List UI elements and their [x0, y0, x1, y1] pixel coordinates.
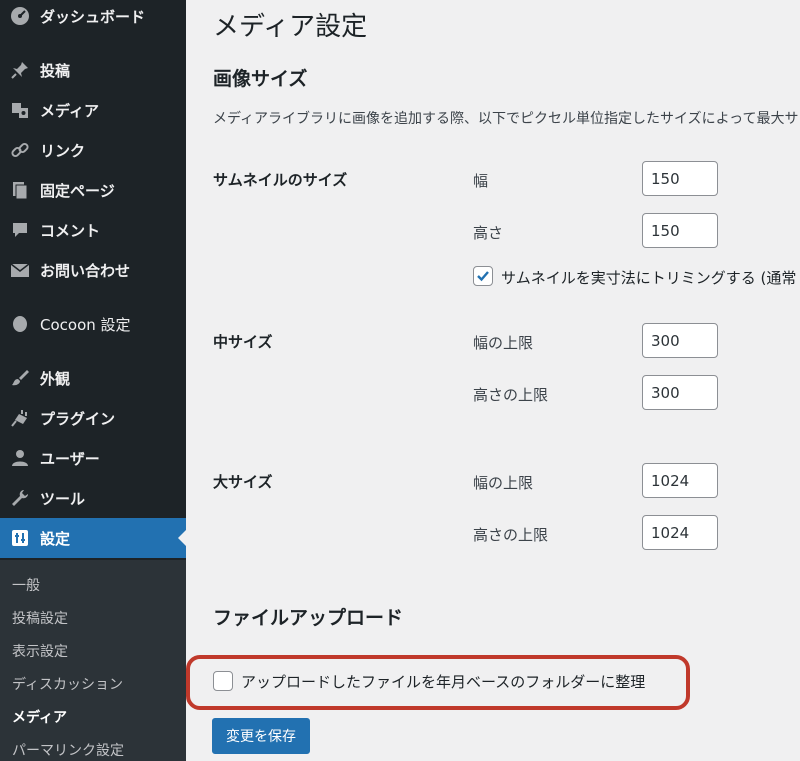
submenu-item-reading[interactable]: 表示設定	[12, 641, 68, 661]
settings-icon	[0, 518, 40, 558]
page-title: メディア設定	[213, 12, 368, 42]
large-size-label: 大サイズ	[213, 473, 273, 491]
menu-item-cocoon-settings[interactable]: Cocoon 設定	[0, 304, 186, 344]
menu-item-plugins[interactable]: プラグイン	[0, 398, 186, 438]
menu-item-posts[interactable]: 投稿	[0, 50, 186, 90]
menu-item-appearance[interactable]: 外観	[0, 358, 186, 398]
menu-item-tools[interactable]: ツール	[0, 478, 186, 518]
medium-width-label: 幅の上限	[473, 334, 534, 352]
menu-item-users[interactable]: ユーザー	[0, 438, 186, 478]
brush-icon	[0, 358, 40, 398]
menu-label: 投稿	[40, 61, 71, 80]
menu-item-contact[interactable]: お問い合わせ	[0, 250, 186, 290]
save-changes-button[interactable]: 変更を保存	[212, 718, 310, 754]
medium-height-label: 高さの上限	[473, 386, 549, 404]
menu-item-media[interactable]: メディア	[0, 90, 186, 130]
thumbnail-height-input[interactable]	[642, 213, 718, 248]
page-icon	[0, 170, 40, 210]
large-width-label: 幅の上限	[473, 474, 534, 492]
menu-label: ユーザー	[40, 449, 100, 468]
link-icon	[0, 130, 40, 170]
menu-label: メディア	[40, 101, 99, 120]
menu-label: 固定ページ	[40, 181, 115, 200]
menu-label: Cocoon 設定	[40, 315, 131, 334]
settings-submenu: 一般 投稿設定 表示設定 ディスカッション メディア パーマリンク設定	[0, 560, 186, 761]
submenu-item-writing[interactable]: 投稿設定	[12, 608, 68, 628]
submenu-item-media[interactable]: メディア	[12, 707, 67, 727]
menu-label: 設定	[40, 529, 71, 548]
menu-label: 外観	[40, 369, 71, 388]
thumbnail-height-label: 高さ	[473, 224, 504, 242]
thumbnail-crop-label: サムネイルを実寸法にトリミングする (通常	[501, 269, 797, 287]
file-upload-heading: ファイルアップロード	[213, 607, 404, 629]
submenu-item-permalinks[interactable]: パーマリンク設定	[12, 740, 124, 760]
menu-item-dashboard[interactable]: ダッシュボード	[0, 0, 186, 36]
thumbnail-width-input[interactable]	[642, 161, 718, 196]
user-icon	[0, 438, 40, 478]
dashboard-icon	[0, 0, 40, 36]
admin-sidebar: ダッシュボード 投稿 メディア リンク 固定ページ コメント お問い合わせ Co…	[0, 0, 186, 761]
large-height-label: 高さの上限	[473, 526, 549, 544]
cocoon-icon	[0, 304, 40, 344]
menu-item-settings[interactable]: 設定	[0, 518, 186, 558]
organize-uploads-checkbox[interactable]	[213, 671, 233, 691]
medium-height-input[interactable]	[642, 375, 718, 410]
image-sizes-description: メディアライブラリに画像を追加する際、以下でピクセル単位指定したサイズによって最…	[213, 111, 799, 127]
pin-icon	[0, 50, 40, 90]
medium-width-input[interactable]	[642, 323, 718, 358]
submenu-item-discussion[interactable]: ディスカッション	[12, 674, 123, 694]
menu-item-comments[interactable]: コメント	[0, 210, 186, 250]
thumbnail-width-label: 幅	[473, 172, 489, 190]
image-sizes-heading: 画像サイズ	[213, 68, 308, 90]
menu-label: ダッシュボード	[40, 7, 146, 26]
menu-item-pages[interactable]: 固定ページ	[0, 170, 186, 210]
menu-item-links[interactable]: リンク	[0, 130, 186, 170]
mail-icon	[0, 250, 40, 290]
menu-label: プラグイン	[40, 409, 116, 428]
thumbnail-size-label: サムネイルのサイズ	[213, 171, 348, 189]
menu-label: ツール	[40, 489, 86, 508]
organize-uploads-label: アップロードしたファイルを年月ベースのフォルダーに整理	[241, 673, 646, 691]
menu-label: コメント	[40, 221, 101, 240]
menu-label: リンク	[40, 141, 86, 160]
plugin-icon	[0, 398, 40, 438]
comment-icon	[0, 210, 40, 250]
thumbnail-crop-checkbox[interactable]	[473, 266, 493, 286]
media-icon	[0, 90, 40, 130]
large-width-input[interactable]	[642, 463, 718, 498]
medium-size-label: 中サイズ	[213, 333, 273, 351]
wrench-icon	[0, 478, 40, 518]
main-content: メディア設定 画像サイズ メディアライブラリに画像を追加する際、以下でピクセル単…	[186, 0, 800, 761]
submenu-item-general[interactable]: 一般	[12, 575, 40, 595]
checkmark-icon	[477, 271, 489, 282]
large-height-input[interactable]	[642, 515, 718, 550]
menu-label: お問い合わせ	[40, 261, 131, 280]
